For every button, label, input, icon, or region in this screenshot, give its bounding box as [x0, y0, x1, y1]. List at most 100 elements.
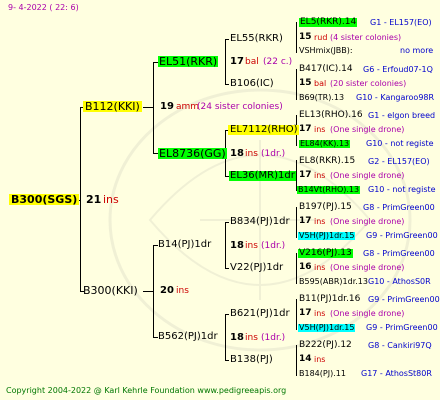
gen4-status: ins [314, 309, 326, 318]
gen4-note: G9 - PrimGreen00 [366, 323, 438, 332]
connector [296, 22, 297, 53]
gen4-status: ins [314, 125, 326, 134]
gen4-breeder: B184(PJ).11 [299, 369, 346, 378]
gen4-note: G10 - not registe [368, 185, 436, 194]
connector [225, 84, 229, 85]
gen1-year: 19 [160, 101, 174, 112]
gen2-extra: (1dr.) [261, 241, 286, 251]
gen3-queen-name: B106(IC) [230, 78, 274, 89]
gen4-breeder: B595(ABR)1dr.13 [299, 277, 368, 286]
connector [225, 222, 229, 223]
gen4-note: G10 - Kangaroo98R [356, 93, 435, 102]
gen2-year: 18 [230, 148, 244, 159]
root-status: ins [103, 193, 119, 206]
connector [80, 107, 81, 292]
gen4-note: G9 - PrimGreen00 [366, 231, 438, 240]
gen4-info: G2 - EL157(EO) [368, 157, 430, 166]
gen2-year: 18 [230, 240, 244, 251]
gen1-queen-name: B112(KKI) [83, 100, 142, 113]
gen2-queen-name: EL8736(GG) [158, 147, 227, 160]
connector [296, 299, 297, 330]
gen4-info: G1 - EL157(EO) [370, 18, 432, 27]
gen4-note: G17 - AthosSt80R [361, 369, 432, 378]
gen3-queen-name: EL36(MR)1dr [229, 170, 296, 181]
date-stamp: 9- 4-2022 ( 22: 6) [8, 3, 79, 12]
gen4-queen-name: EL5(RKR).14 [299, 17, 358, 27]
gen4-year: 17 [299, 216, 312, 226]
gen4-queen-name: B11(PJ)1dr.16 [299, 294, 361, 304]
gen3-queen-name: B138(PJ) [230, 354, 273, 365]
gen2-extra: (1dr.) [261, 149, 286, 159]
gen4-note: G10 - not registe [366, 139, 434, 148]
connector [296, 69, 297, 100]
gen4-queen-name: B222(PJ).12 [299, 340, 352, 350]
gen4-info: G8 - PrimGreen00 [363, 249, 435, 258]
gen4-year: 17 [299, 308, 312, 318]
gen4-queen-name: V216(PJ).13 [298, 248, 353, 258]
gen4-year: 17 [299, 170, 312, 180]
gen4-breeder: B69(TR).13 [299, 93, 345, 102]
gen4-extra: (One single drone) [330, 125, 405, 134]
gen1-year: 20 [160, 285, 174, 296]
gen4-extra: (One single drone) [330, 217, 405, 226]
gen4-breeder: V5H(PJ)1dr.15 [298, 231, 356, 240]
gen3-queen-name: B621(PJ)1dr [230, 308, 290, 319]
gen2-status: ins [245, 241, 258, 251]
gen1-extra: (24 sister colonies) [197, 102, 283, 112]
gen4-info: G8 - PrimGreen00 [363, 203, 435, 212]
gen2-status: ins [245, 149, 258, 159]
connector [225, 360, 229, 361]
gen4-year: 15 [299, 78, 312, 88]
gen4-breeder: B14Vt(RHO).13 [297, 185, 361, 194]
gen4-status: bal [314, 79, 327, 88]
gen4-note: G10 - AthosS0R [368, 277, 431, 286]
copyright-text: Copyright 2004-2022 @ Karl Kehrle Founda… [6, 386, 287, 395]
gen2-queen-name: B562(PJ)1dr [158, 331, 218, 342]
connector [225, 39, 226, 85]
connector [296, 207, 297, 238]
gen4-info: G6 - Erfoud07-1Q [363, 65, 433, 74]
gen3-queen-name: EL55(RKR) [230, 33, 283, 44]
gen4-extra: (One single drone) [330, 263, 405, 272]
connector [143, 291, 153, 292]
gen4-note: no more [400, 46, 434, 55]
gen4-extra: (4 sister colonies) [330, 33, 402, 42]
gen2-extra: (1dr.) [261, 333, 286, 343]
gen4-breeder: VSHmix(JBB): [299, 46, 353, 55]
gen4-queen-name: B197(PJ).15 [299, 202, 352, 212]
gen4-extra: (One single drone) [330, 309, 405, 318]
gen4-year: 17 [299, 124, 312, 134]
gen2-year: 17 [230, 56, 244, 67]
gen2-year: 18 [230, 332, 244, 343]
connector [225, 39, 229, 40]
gen4-year: 16 [299, 262, 312, 272]
connector [153, 245, 154, 338]
pedigree-chart: 9- 4-2022 ( 22: 6) Copyright 2004-2022 @… [0, 0, 440, 400]
root-queen-name: B300(SGS) [9, 193, 80, 206]
gen3-queen-name: EL7112(RHO) [228, 124, 300, 135]
gen4-status: ins [314, 355, 326, 364]
gen4-extra: (One single drone) [330, 171, 405, 180]
connector [296, 345, 297, 376]
gen2-status: ins [245, 333, 258, 343]
connector [225, 222, 226, 269]
connector [153, 62, 154, 154]
gen2-queen-name: EL51(RKR) [158, 55, 219, 68]
connector [296, 253, 297, 284]
gen4-status: ins [314, 263, 326, 272]
gen4-queen-name: B417(IC).14 [299, 64, 353, 74]
gen4-info: G1 - elgon breed [368, 111, 436, 120]
gen4-status: rud [314, 33, 328, 42]
gen4-extra: (20 sister colonies) [330, 79, 407, 88]
gen4-status: ins [314, 171, 326, 180]
connector [225, 268, 229, 269]
gen4-info: G8 - Cankiri97Q [368, 341, 432, 350]
gen4-year: 15 [299, 32, 312, 42]
connector [225, 314, 226, 361]
gen2-queen-name: B14(PJ)1dr [158, 239, 212, 250]
gen3-queen-name: V22(PJ)1dr [230, 262, 284, 273]
gen4-queen-name: EL8(RKR).15 [299, 156, 356, 166]
gen4-info: G9 - PrimGreen00 [368, 295, 440, 304]
gen2-status: bal [245, 57, 259, 67]
gen1-queen-name: B300(KKI) [83, 284, 138, 297]
